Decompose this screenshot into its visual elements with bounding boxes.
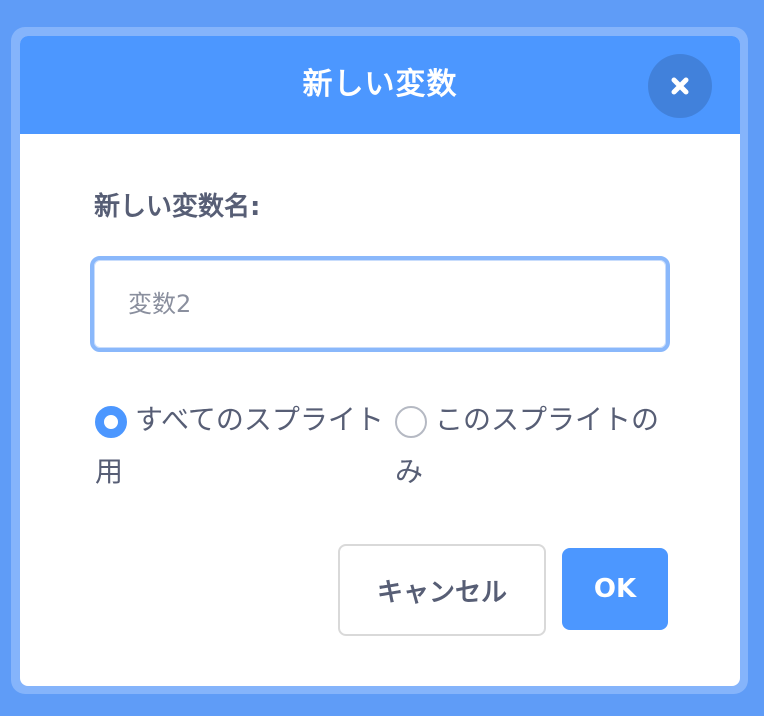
variable-name-input[interactable] [90, 256, 670, 352]
scope-option-label: すべてのスプライト用 [95, 403, 384, 488]
new-variable-dialog: 新しい変数 新しい変数名: すべてのスプライト用 このスプライトのみ キャンセル… [20, 36, 740, 686]
ok-button[interactable]: OK [562, 548, 668, 630]
dialog-header: 新しい変数 [20, 36, 740, 134]
cancel-button[interactable]: キャンセル [338, 544, 546, 636]
close-button[interactable] [648, 54, 712, 118]
variable-name-label: 新しい変数名: [94, 192, 261, 222]
dialog-title: 新しい変数 [302, 67, 458, 102]
close-icon [671, 77, 689, 95]
scope-option-label: このスプライトのみ [395, 403, 660, 488]
